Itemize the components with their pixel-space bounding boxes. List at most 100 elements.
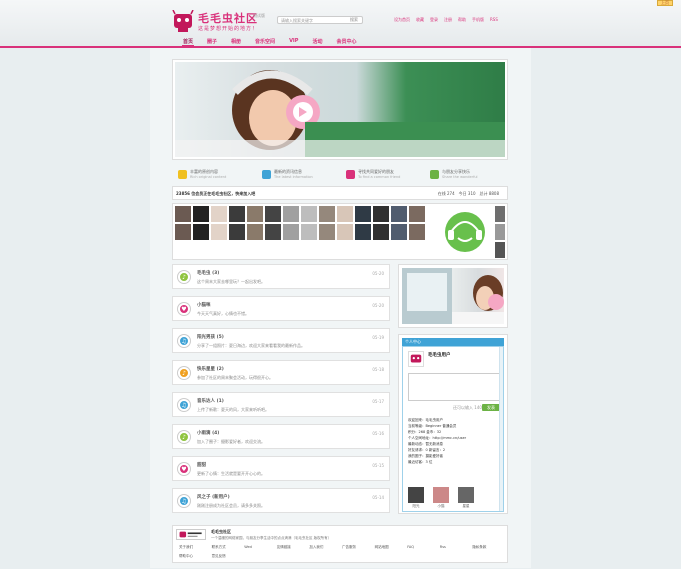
toplink-help[interactable]: 帮助: [458, 17, 466, 23]
avatar[interactable]: [373, 206, 389, 222]
search-button[interactable]: 搜索: [348, 17, 360, 23]
friend-item[interactable]: 阳光: [408, 487, 424, 509]
toplink-home[interactable]: 设为首页: [394, 17, 410, 23]
footer-link[interactable]: 加入我们: [309, 545, 342, 550]
status-textarea[interactable]: [408, 373, 500, 401]
nav-home[interactable]: 首页: [182, 38, 195, 47]
feed-time: 05-20: [372, 303, 384, 308]
footer-link[interactable]: 帮助中心: [179, 554, 212, 559]
footer-link[interactable]: 广告服务: [342, 545, 375, 550]
avatar[interactable]: [301, 206, 317, 222]
avatar[interactable]: [391, 206, 407, 222]
footer-link[interactable]: Wed: [244, 545, 277, 550]
toplink-mobile[interactable]: 手机版: [472, 17, 484, 23]
feed-item[interactable]: ♥ 小猫咪 今天天气真好，心情也不错。 05-20: [172, 296, 390, 321]
feature-item[interactable]: 与朋友分享快乐 Share the wonderful: [424, 164, 508, 184]
footer-link[interactable]: Rss: [440, 545, 473, 550]
feed-title[interactable]: 甜甜: [197, 462, 206, 468]
feed-item[interactable]: ♪ 快乐星星 (2) 参加了社区的周末聚会活动，玩得很开心。 05-18: [172, 360, 390, 385]
avatar[interactable]: [175, 206, 191, 222]
feed-title[interactable]: 快乐星星 (2): [197, 366, 224, 372]
footer-link[interactable]: 意见反馈: [212, 554, 245, 559]
avatar[interactable]: [409, 206, 425, 222]
avatar[interactable]: [337, 206, 353, 222]
feed-time: 05-18: [372, 367, 384, 372]
avatar[interactable]: [319, 224, 335, 240]
avatar[interactable]: [211, 206, 227, 222]
feed-item[interactable]: ♫ 音乐达人 (1) 上传了新歌：夏天的风，大家来听听吧。 05-17: [172, 392, 390, 417]
footer-link[interactable]: 隐私条款: [472, 545, 505, 550]
nav-events[interactable]: 活动: [311, 38, 323, 47]
nav-music[interactable]: 音乐空间: [254, 38, 276, 47]
avatar[interactable]: [409, 224, 425, 240]
avatar[interactable]: [247, 224, 263, 240]
feed-item[interactable]: ♪ 小雨滴 (4) 加入了圈子：摄影爱好者，欢迎交流。 05-16: [172, 424, 390, 449]
avatar[interactable]: [355, 206, 371, 222]
avatar[interactable]: [175, 224, 191, 240]
user-panel-scrollbar[interactable]: [499, 347, 503, 511]
photo-card[interactable]: [398, 264, 508, 328]
feed-title[interactable]: 毛毛虫 (3): [197, 270, 219, 276]
feed-item[interactable]: ♫ 阳光男孩 (5) 分享了一组照片：夏日海边，欢迎大家来看看我的最新作品。 05-1…: [172, 328, 390, 353]
feed-title[interactable]: 音乐达人 (1): [197, 398, 224, 404]
footer-logo-icon[interactable]: [176, 529, 206, 540]
post-button[interactable]: 发表: [482, 404, 500, 411]
logo-icon[interactable]: [172, 10, 194, 34]
site-title[interactable]: 毛毛虫社区: [198, 10, 258, 26]
avatar[interactable]: [337, 224, 353, 240]
hero-banner[interactable]: [172, 59, 508, 160]
friend-item[interactable]: 星星: [458, 487, 474, 509]
nav-circle[interactable]: 圈子: [206, 38, 218, 47]
feature-item[interactable]: 寻找共同爱好的朋友 To find a common friend: [340, 164, 424, 184]
top-link[interactable]: 上页: [657, 0, 673, 6]
avatar[interactable]: [265, 224, 281, 240]
footer-link[interactable]: 友情链接: [277, 545, 310, 550]
toplink-favorite[interactable]: 收藏: [416, 17, 424, 23]
nav-vip[interactable]: VIP: [288, 38, 299, 47]
user-name[interactable]: 毛毛虫用户: [428, 352, 451, 358]
friend-item[interactable]: 小猫: [433, 487, 449, 509]
avatar[interactable]: [229, 224, 245, 240]
footer-link[interactable]: 联系方式: [212, 545, 245, 550]
avatar[interactable]: [495, 206, 505, 222]
footer-link[interactable]: 网站地图: [375, 545, 408, 550]
footer-link[interactable]: 关于我们: [179, 545, 212, 550]
avatar[interactable]: [229, 206, 245, 222]
avatar[interactable]: [495, 242, 505, 258]
feed-item[interactable]: ♫ 风之子 (新用户) 刚刚注册成为社区会员，请多多关照。 05-14: [172, 488, 390, 513]
feed-item[interactable]: ♪ 毛毛虫 (3) 这个周末大家去哪里玩？一起出发吧。 05-20: [172, 264, 390, 289]
avatar[interactable]: [193, 206, 209, 222]
nav-member[interactable]: 会员中心: [335, 38, 357, 47]
avatar-grid: [175, 206, 435, 240]
avatar[interactable]: [247, 206, 263, 222]
feed-title[interactable]: 阳光男孩 (5): [197, 334, 224, 340]
feed-title[interactable]: 风之子 (新用户): [197, 494, 230, 500]
avatar[interactable]: [301, 224, 317, 240]
avatar[interactable]: [319, 206, 335, 222]
featured-avatar[interactable]: [439, 206, 491, 258]
feed-time: 05-17: [372, 399, 384, 404]
feed-title[interactable]: 小猫咪: [197, 302, 211, 308]
search-input[interactable]: 请输入搜索关键字 搜索: [277, 16, 363, 24]
feature-item[interactable]: 最新的资讯信息 The latest information: [256, 164, 340, 184]
feed-title[interactable]: 小雨滴 (4): [197, 430, 219, 436]
avatar[interactable]: [283, 206, 299, 222]
footer-link[interactable]: FAQ: [407, 545, 440, 550]
avatar[interactable]: [193, 224, 209, 240]
feed-item[interactable]: ♥ 甜甜 更新了心情：生活就是要开开心心的。 05-15: [172, 456, 390, 481]
toplink-rss[interactable]: RSS: [490, 17, 498, 23]
book-icon: [262, 169, 271, 179]
toplink-register[interactable]: 注册: [444, 17, 452, 23]
avatar[interactable]: [391, 224, 407, 240]
nav-album[interactable]: 相册: [230, 38, 242, 47]
avatar[interactable]: [355, 224, 371, 240]
main-nav: 首页 圈子 相册 音乐空间 VIP 活动 会员中心: [182, 38, 358, 47]
avatar[interactable]: [211, 224, 227, 240]
avatar[interactable]: [495, 224, 505, 240]
avatar[interactable]: [283, 224, 299, 240]
toplink-login[interactable]: 登录: [430, 17, 438, 23]
avatar[interactable]: [373, 224, 389, 240]
user-logo-icon[interactable]: [408, 351, 424, 367]
feature-item[interactable]: 丰富的原创内容 Rich original content: [172, 164, 256, 184]
avatar[interactable]: [265, 206, 281, 222]
